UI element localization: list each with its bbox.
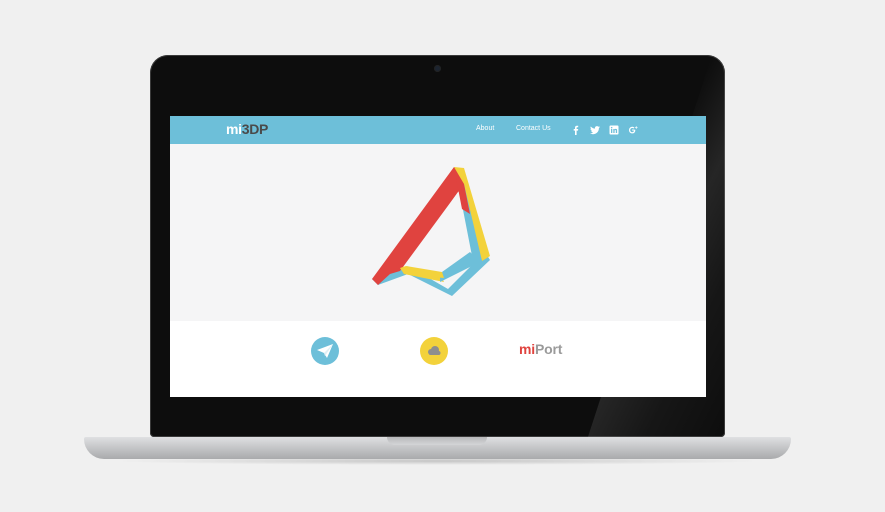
website-screen: mi3DP About Contact Us miPort (170, 116, 706, 397)
twitter-icon[interactable] (589, 124, 601, 136)
miport-suffix: Port (534, 341, 563, 357)
logo-accent: 3DP (241, 121, 269, 137)
webcam (434, 65, 441, 72)
cloud-icon (428, 346, 441, 355)
laptop-opening-notch (387, 437, 487, 445)
facebook-icon[interactable] (570, 124, 582, 136)
miport-brand[interactable]: miPort (519, 341, 562, 357)
features-band: miPort (170, 321, 706, 397)
google-plus-icon[interactable] (627, 124, 639, 136)
hero-section (170, 144, 706, 321)
site-logo[interactable]: mi3DP (226, 121, 268, 137)
feature-plane-button[interactable] (311, 337, 339, 365)
linkedin-icon[interactable] (608, 124, 620, 136)
nav-about-link[interactable]: About (476, 125, 494, 132)
logo-prefix: mi (226, 121, 242, 137)
laptop-base (84, 437, 791, 459)
impossible-triangle-logo (372, 167, 490, 296)
laptop-lid: mi3DP About Contact Us miPort (150, 55, 725, 437)
miport-prefix: mi (519, 341, 535, 357)
feature-cloud-button[interactable] (420, 337, 448, 365)
paper-plane-icon (317, 344, 333, 358)
site-header: mi3DP About Contact Us (170, 116, 706, 144)
nav-contact-link[interactable]: Contact Us (516, 125, 551, 132)
